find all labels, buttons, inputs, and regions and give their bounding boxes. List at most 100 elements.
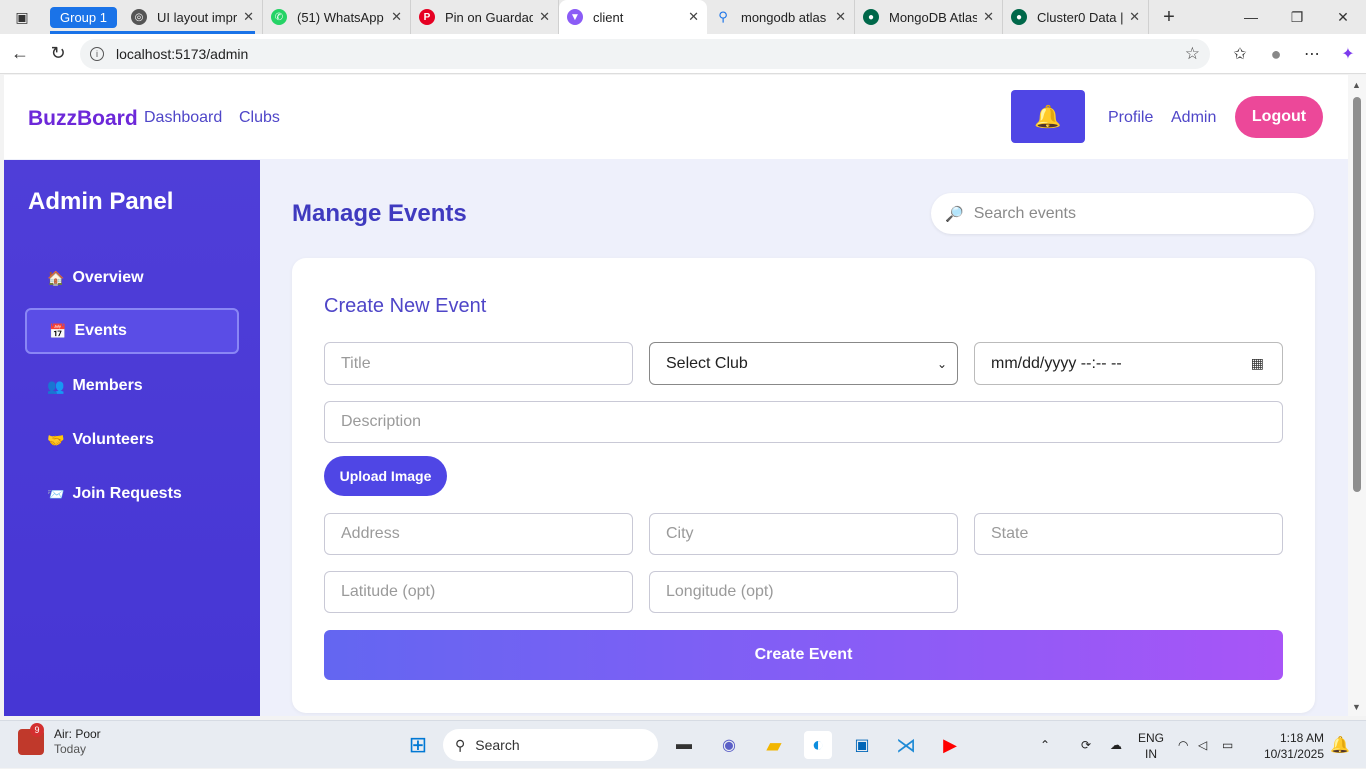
tab-title: UI layout improv <box>156 9 238 25</box>
tab-whatsapp[interactable]: ✆ (51) WhatsApp ✕ <box>263 0 411 34</box>
teams-chat-icon[interactable]: ◉ <box>715 731 743 759</box>
longitude-input[interactable] <box>666 583 957 601</box>
windows-taskbar: 9 Air: Poor Today ⊞ ⚲ Search ▬ ◉ ▰ ◐ ▣ ⋊… <box>0 720 1366 768</box>
minimize-icon[interactable]: — <box>1228 0 1274 34</box>
bell-icon: 🔔 <box>1034 103 1062 129</box>
close-tab-icon[interactable]: ✕ <box>539 9 550 25</box>
tab-mongodb-atlas[interactable]: ● MongoDB Atlas ✕ <box>855 0 1003 34</box>
reload-icon[interactable]: ↻ <box>40 36 76 72</box>
scrollbar-thumb[interactable] <box>1353 97 1361 492</box>
weather-sub: Today <box>54 742 87 756</box>
tab-actions-icon[interactable]: ▣ <box>0 0 44 34</box>
logout-button[interactable]: Logout <box>1235 96 1323 138</box>
sidebar-item-label: Events <box>74 322 127 339</box>
close-tab-icon[interactable]: ✕ <box>391 9 402 25</box>
calendar-picker-icon[interactable]: ▦ <box>1251 355 1264 372</box>
create-event-button[interactable]: Create Event <box>324 630 1283 680</box>
sidebar-item-members[interactable]: 👥 Members <box>25 363 239 409</box>
task-view-icon[interactable]: ▬ <box>670 731 698 759</box>
edge-browser-icon[interactable]: ◐ <box>804 731 832 759</box>
sidebar-item-volunteers[interactable]: 🤝 Volunteers <box>25 417 239 463</box>
tab-group-chip[interactable]: Group 1 <box>50 6 117 28</box>
nav-link-dashboard[interactable]: Dashboard <box>144 109 222 127</box>
search-icon: ⚲ <box>455 736 466 753</box>
close-tab-icon[interactable]: ✕ <box>1129 9 1140 25</box>
city-field[interactable] <box>649 513 958 555</box>
sidebar-item-label: Overview <box>72 269 144 286</box>
datetime-field[interactable]: mm/dd/yyyy --:-- -- ▦ <box>974 342 1283 385</box>
brand-logo[interactable]: BuzzBoard <box>28 107 138 131</box>
tab-pinterest[interactable]: P Pin on Guardado ✕ <box>411 0 559 34</box>
wifi-icon[interactable]: ◠ <box>1178 738 1198 752</box>
nav-link-profile[interactable]: Profile <box>1108 109 1153 127</box>
start-windows-icon[interactable]: ⊞ <box>404 731 432 759</box>
bookmark-star-icon[interactable]: ☆ <box>1185 44 1200 64</box>
chevron-up-icon[interactable]: ⌃ <box>1040 738 1060 752</box>
nav-link-admin[interactable]: Admin <box>1171 109 1216 127</box>
city-input[interactable] <box>666 525 957 543</box>
nav-link-clubs[interactable]: Clubs <box>239 109 280 127</box>
description-field[interactable] <box>324 401 1283 443</box>
sidebar-title: Admin Panel <box>28 188 174 215</box>
close-tab-icon[interactable]: ✕ <box>835 9 846 25</box>
vite-icon: ▼ <box>566 9 583 25</box>
weather-widget[interactable]: 9 Air: Poor Today <box>18 723 101 757</box>
sidebar-item-overview[interactable]: 🏠 Overview <box>25 255 239 301</box>
tab-mongodb-search[interactable]: ⚲ mongodb atlas ✕ <box>707 0 855 34</box>
title-field[interactable] <box>324 342 633 385</box>
club-select[interactable]: Select Club ⌄ <box>649 342 958 385</box>
language-indicator[interactable]: ENG IN <box>1138 730 1164 762</box>
state-field[interactable] <box>974 513 1283 555</box>
state-input[interactable] <box>991 525 1282 543</box>
tab-title: (51) WhatsApp <box>296 9 384 25</box>
tab-cluster0[interactable]: ● Cluster0 Data | C ✕ <box>1003 0 1149 34</box>
title-input[interactable] <box>341 354 632 373</box>
back-icon[interactable]: ← <box>2 36 38 72</box>
address-field[interactable] <box>324 513 633 555</box>
longitude-field[interactable] <box>649 571 958 613</box>
scroll-up-icon[interactable]: ▲ <box>1352 80 1361 90</box>
copilot-icon[interactable]: ✦ <box>1330 44 1366 64</box>
tab-client[interactable]: ▼ client ✕ <box>558 0 707 34</box>
close-window-icon[interactable]: ✕ <box>1320 0 1366 34</box>
taskbar-search[interactable]: ⚲ Search <box>443 729 658 761</box>
sidebar-item-events[interactable]: 📅 Events <box>25 308 239 354</box>
close-tab-icon[interactable]: ✕ <box>243 9 254 25</box>
close-tab-icon[interactable]: ✕ <box>688 9 699 25</box>
volume-icon[interactable]: ◁ <box>1198 738 1222 752</box>
description-input[interactable] <box>341 413 1282 431</box>
tab-chatgpt[interactable]: ◎ UI layout improv ✕ <box>123 0 263 34</box>
sync-icon[interactable]: ⟳ <box>1070 738 1102 752</box>
onedrive-icon[interactable]: ☁ <box>1102 738 1130 752</box>
notification-bell-icon[interactable]: 🔔 <box>1326 731 1354 759</box>
youtube-icon[interactable]: ▶ <box>936 731 964 759</box>
latitude-input[interactable] <box>341 583 632 601</box>
handshake-icon: 🤝 <box>47 431 65 448</box>
system-clock[interactable]: 1:18 AM 10/31/2025 <box>1256 730 1324 762</box>
favorites-icon[interactable]: ✩ <box>1222 44 1258 64</box>
app-navbar: BuzzBoard Dashboard Clubs 🔔 Profile Admi… <box>4 75 1348 159</box>
scroll-down-icon[interactable]: ▼ <box>1352 702 1361 712</box>
upload-image-button[interactable]: Upload Image <box>324 456 447 496</box>
more-options-icon[interactable]: ⋯ <box>1294 44 1330 64</box>
new-tab-icon[interactable]: + <box>1149 6 1189 29</box>
search-events-box[interactable]: 🔎 <box>931 193 1314 234</box>
address-input[interactable] <box>341 525 632 543</box>
datetime-placeholder: mm/dd/yyyy --:-- -- <box>991 354 1122 372</box>
sidebar-item-join-requests[interactable]: 📨 Join Requests <box>25 471 239 517</box>
search-events-input[interactable] <box>973 204 1294 223</box>
profile-avatar-icon[interactable]: ● <box>1258 44 1294 65</box>
site-info-icon[interactable]: i <box>90 47 104 61</box>
restore-icon[interactable]: ❐ <box>1274 0 1320 34</box>
members-icon: 👥 <box>47 377 65 394</box>
battery-icon[interactable]: ▭ <box>1222 738 1246 752</box>
vscode-icon[interactable]: ⋊ <box>892 731 920 759</box>
address-bar[interactable]: i localhost:5173/admin ☆ <box>80 39 1210 69</box>
notifications-button[interactable]: 🔔 <box>1011 90 1085 143</box>
calendar-icon: 📅 <box>49 322 67 339</box>
page-scrollbar[interactable]: ▲ ▼ <box>1348 75 1366 716</box>
latitude-field[interactable] <box>324 571 633 613</box>
file-explorer-icon[interactable]: ▰ <box>760 731 788 759</box>
close-tab-icon[interactable]: ✕ <box>983 9 994 25</box>
store-icon[interactable]: ▣ <box>848 731 876 759</box>
